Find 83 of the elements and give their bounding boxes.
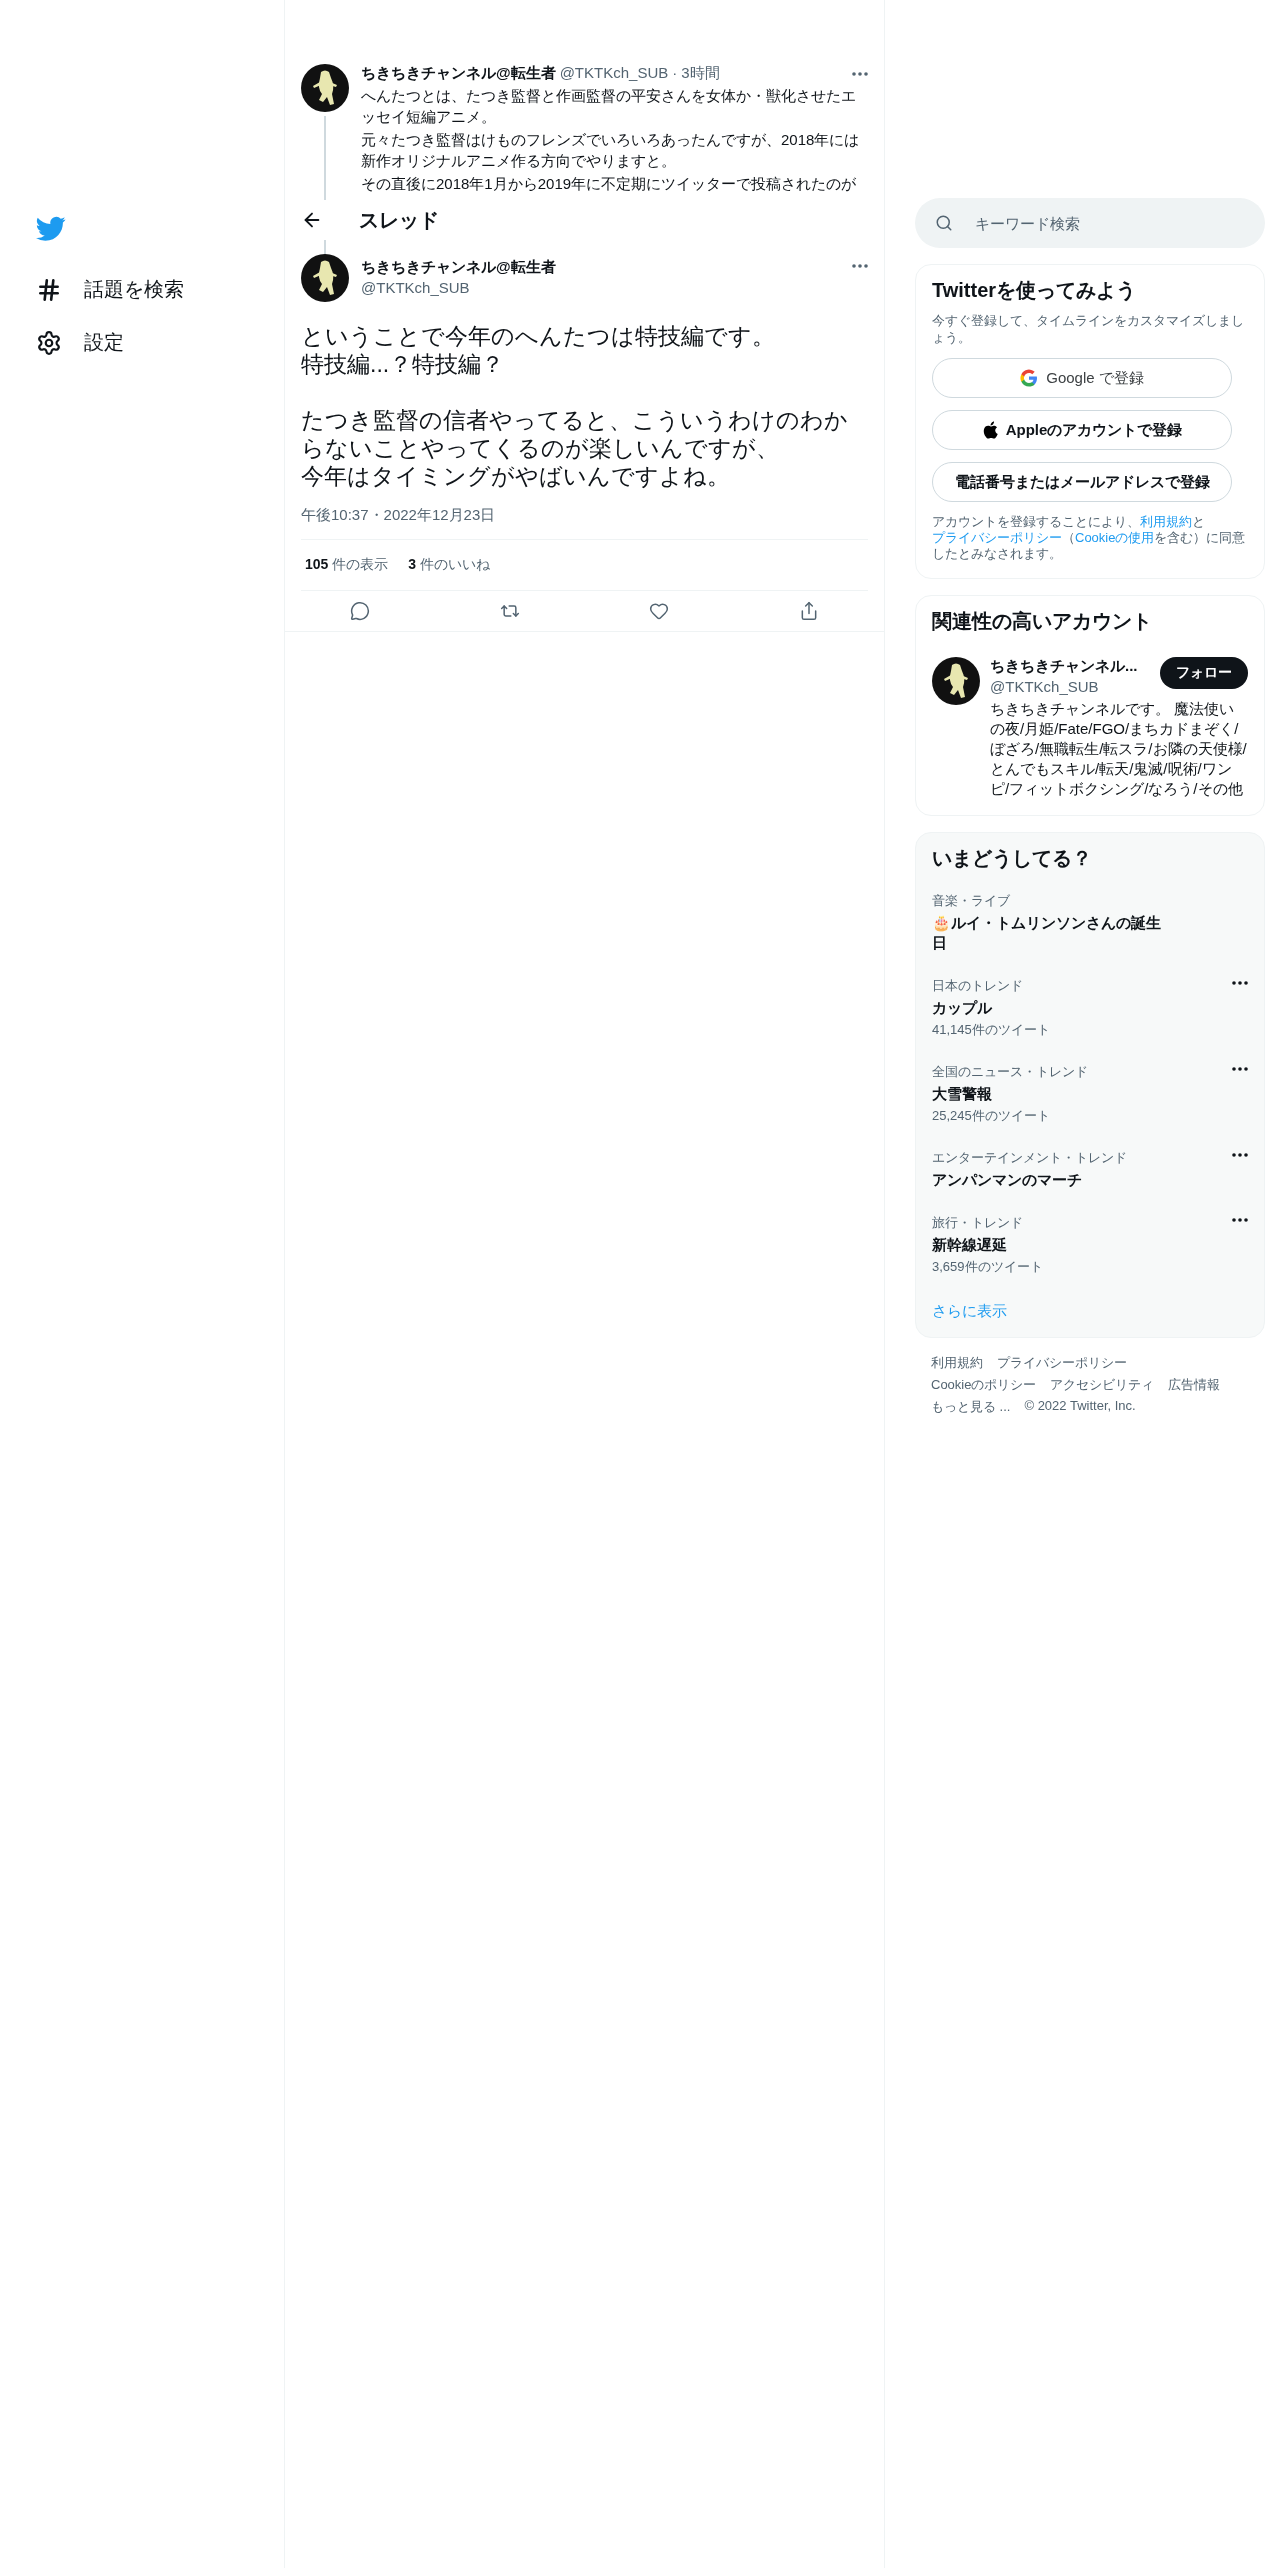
card-title: いまどうしてる？ <box>932 846 1093 871</box>
author-handle: @TKTKch_SUB <box>559 64 669 81</box>
thread-line <box>324 240 326 254</box>
tweet-text: へんたつとは、たつき監督と作画監督の平安さんを女体か・獣化させたエッセイ短編アニメ。 <box>361 86 857 127</box>
tweet-text: その直後に2018年1月から2019年に不定期にツイッターで投稿されたのが <box>361 174 858 194</box>
trend-title: 🎂ルイ・トムリンソンさんの誕生日 <box>932 913 1162 953</box>
tweet-text: たつき監督の信者やってると、こういうわけのわからないことやってくるのが楽しいんですが、 <box>301 406 849 462</box>
avatar[interactable] <box>932 657 980 705</box>
more-icon <box>1232 981 1248 985</box>
action-button[interactable] <box>649 601 670 621</box>
tweet-stat[interactable]: 105 件の表示 <box>305 556 389 574</box>
trend-category: 旅行・トレンド <box>932 1214 1024 1232</box>
footer-link[interactable]: 広告情報 <box>1168 1376 1221 1394</box>
copyright: © 2022 Twitter, Inc. <box>1024 1398 1136 1415</box>
tweet-stat[interactable]: 3 件のいいね <box>408 556 491 574</box>
search-field[interactable]: キーワード検索 <box>915 198 1265 248</box>
more-button[interactable] <box>1232 1067 1248 1071</box>
settings-icon <box>36 329 62 356</box>
more-icon <box>1232 1153 1248 1157</box>
trend-category: 日本のトレンド <box>932 977 1024 995</box>
avatar[interactable] <box>301 254 349 302</box>
trend-item[interactable]: 音楽・ライブ 🎂ルイ・トムリンソンさんの誕生日 <box>932 880 1248 965</box>
signup-button[interactable]: 電話番号またはメールアドレスで登録 <box>932 462 1232 502</box>
header-title: スレッド <box>359 207 439 233</box>
footer-link[interactable]: Cookieのポリシー <box>931 1376 1037 1394</box>
separator-dot: · <box>672 64 678 81</box>
trend-count: 3,659件のツイート <box>932 1258 1044 1276</box>
author-name: ちきちきチャンネル@転生者 <box>361 258 557 277</box>
trend-title: 大雪警報 <box>932 1084 993 1104</box>
trend-item[interactable]: 全国のニュース・トレンド 大雪警報 25,245件のツイート <box>932 1051 1248 1137</box>
footer-link[interactable]: もっと見る ... <box>931 1398 1011 1416</box>
account-bio: ちきちきチャンネルです。 魔法使いの夜/月姫/Fate/FGO/まちカドまぞく/ぼざろ/無職転生/転スラ/お隣の天使様/とんでもスキル/転天/鬼滅/呪術/ワンピ/フィットボクシング/なろう/その他 <box>990 699 1248 799</box>
more-button[interactable] <box>852 71 868 76</box>
more-icon <box>852 264 868 268</box>
search-icon <box>935 214 953 232</box>
nav-item[interactable]: 設定 <box>28 321 132 364</box>
trend-title: アンパンマンのマーチ <box>932 1170 1083 1190</box>
more-button[interactable] <box>1232 1153 1248 1157</box>
author-name: ちきちきチャンネル@転生者 <box>361 64 556 83</box>
more-button[interactable] <box>852 264 868 268</box>
signup-button[interactable]: Appleのアカウントで登録 <box>932 410 1232 450</box>
signup-button[interactable]: Google で登録 <box>932 358 1232 398</box>
card-title: Twitterを使ってみよう <box>932 278 1138 303</box>
footer-link[interactable]: アクセシビリティ <box>1050 1376 1155 1394</box>
heart-icon <box>649 601 670 621</box>
card-title: 関連性の高いアカウント <box>932 609 1153 634</box>
tweet-text: 元々たつき監督はけものフレンズでいろいろあったんですが、2018年には新作オリジナルアニメ作る方向でやりますと。 <box>361 130 861 171</box>
avatar[interactable] <box>301 64 349 112</box>
footer-link[interactable]: 利用規約 <box>931 1354 983 1372</box>
card-subtitle: 今すぐ登録して、タイムラインをカスタマイズしましょう。 <box>932 312 1245 346</box>
reply-icon <box>349 601 370 621</box>
trend-count: 25,245件のツイート <box>932 1107 1051 1125</box>
tweet-text: 今年はタイミングがやばいんですよね。 <box>301 462 731 490</box>
trend-item[interactable]: エンターテインメント・トレンド アンパンマンのマーチ <box>932 1137 1248 1202</box>
footer-link[interactable]: プライバシーポリシー <box>997 1354 1127 1372</box>
trend-category: エンターテインメント・トレンド <box>932 1149 1128 1167</box>
trend-item[interactable]: 旅行・トレンド 新幹線遅延 3,659件のツイート <box>932 1202 1248 1288</box>
trend-item[interactable]: 日本のトレンド カップル 41,145件のツイート <box>932 965 1248 1051</box>
trend-category: 全国のニュース・トレンド <box>932 1063 1089 1081</box>
trend-title: 新幹線遅延 <box>932 1235 1008 1255</box>
account-name: ちきちきチャンネル... <box>990 657 1139 676</box>
google-icon <box>1020 369 1039 387</box>
action-button[interactable] <box>349 601 370 621</box>
trend-title: カップル <box>932 998 993 1018</box>
tweet-text: ということで今年のへんたつは特技編です。 <box>301 322 776 350</box>
tweet-time: 3時間 <box>681 64 720 83</box>
apple-icon <box>981 421 998 439</box>
legal-text: アカウントを登録することにより、利用規約 と プライバシーポリシー（Cookieの使用を含む）に同意したとみなされます。 <box>932 514 1247 562</box>
follow-button[interactable]: フォロー <box>1160 657 1248 689</box>
more-icon <box>1232 1067 1248 1071</box>
hashtag-icon <box>36 276 62 303</box>
more-button[interactable] <box>1232 981 1248 985</box>
more-button[interactable] <box>1232 1218 1248 1222</box>
account-handle: @TKTKch_SUB <box>990 678 1100 695</box>
author-handle: @TKTKch_SUB <box>361 279 471 296</box>
tweet-timestamp: 午後10:37・2022年12月23日 <box>301 506 497 525</box>
bird-logo[interactable] <box>36 216 66 242</box>
tweet-text: 特技編...？特技編？ <box>301 350 506 378</box>
more-icon <box>1232 1218 1248 1222</box>
nav-item[interactable]: 話題を検索 <box>28 268 192 311</box>
trend-count: 41,145件のツイート <box>932 1021 1051 1039</box>
trend-category: 音楽・ライブ <box>932 892 1011 910</box>
more-icon <box>852 71 868 76</box>
